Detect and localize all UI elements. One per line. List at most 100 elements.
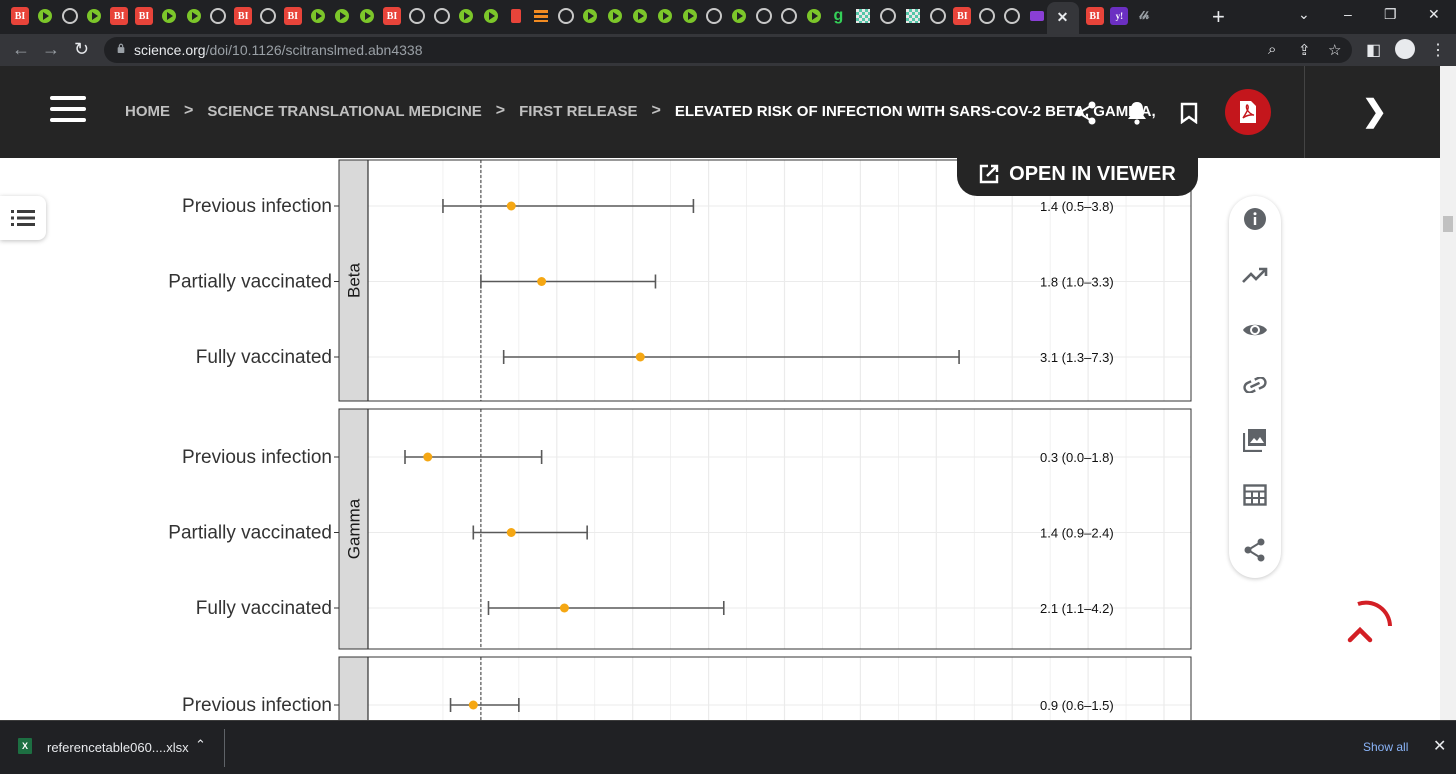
table-of-contents-button[interactable] xyxy=(0,196,46,240)
close-window-icon[interactable]: ✕ xyxy=(1428,6,1440,23)
info-icon[interactable] xyxy=(1242,206,1268,232)
tab-play-favicon[interactable] xyxy=(358,7,376,25)
tab-play-favicon[interactable] xyxy=(805,7,823,25)
sidebar-icon[interactable]: ◧ xyxy=(1366,40,1381,60)
url-text: science.org/doi/10.1126/scitranslmed.abn… xyxy=(134,42,422,58)
tab-purple2-favicon[interactable] xyxy=(1028,7,1046,25)
tab-strip: BI BI BI BI BI BI g BI ✕ BI y! 𝓁𝒽 + ⌄ – ❐ ✕ xyxy=(0,0,1456,34)
chevron-up-icon[interactable]: ⌃ xyxy=(195,737,206,753)
new-tab-icon[interactable]: + xyxy=(1212,4,1225,30)
hamburger-menu-icon[interactable] xyxy=(50,96,86,124)
profile-avatar[interactable] xyxy=(1395,39,1415,59)
tab-globe-favicon[interactable] xyxy=(209,7,227,25)
tab-play-favicon[interactable] xyxy=(457,7,475,25)
tab-play-favicon[interactable] xyxy=(185,7,203,25)
open-in-viewer-button[interactable]: OPEN IN VIEWER xyxy=(957,158,1198,196)
tab-play-favicon[interactable] xyxy=(160,7,178,25)
pdf-button[interactable] xyxy=(1225,89,1271,135)
tab-orange-favicon[interactable] xyxy=(532,7,550,25)
menu-dots-icon[interactable]: ⋮ xyxy=(1430,40,1446,60)
tab-globe-favicon[interactable] xyxy=(705,7,723,25)
back-to-top-icon[interactable] xyxy=(1340,598,1396,654)
image-icon[interactable] xyxy=(1242,427,1268,453)
zoom-icon[interactable]: ⌕ xyxy=(1268,41,1276,58)
tab-play-favicon[interactable] xyxy=(482,7,500,25)
tab-globe-favicon[interactable] xyxy=(879,7,897,25)
link-icon[interactable] xyxy=(1242,372,1268,398)
tab-mosaic-favicon[interactable] xyxy=(904,7,922,25)
tab-active[interactable]: ✕ xyxy=(1046,2,1079,34)
tab-bi-favicon[interactable]: BI xyxy=(1085,7,1104,25)
restore-icon[interactable]: ❐ xyxy=(1384,6,1397,23)
tab-yahoo-favicon[interactable]: y! xyxy=(1110,7,1129,25)
point-estimate xyxy=(635,352,645,362)
tab-bi-favicon[interactable]: BI xyxy=(234,7,253,25)
tab-play-favicon[interactable] xyxy=(730,7,748,25)
breadcrumb-home[interactable]: HOME xyxy=(125,103,170,120)
tab-globe-favicon[interactable] xyxy=(780,7,798,25)
tab-bi-favicon[interactable]: BI xyxy=(135,7,153,25)
url-path: /doi/10.1126/scitranslmed.abn4338 xyxy=(205,42,423,58)
tab-play-favicon[interactable] xyxy=(656,7,674,25)
tab-globe-favicon[interactable] xyxy=(755,7,773,25)
minimize-icon[interactable]: – xyxy=(1344,6,1352,22)
share-page-icon[interactable]: ⇪ xyxy=(1298,41,1311,59)
tab-play-favicon[interactable] xyxy=(309,7,327,25)
eye-icon[interactable] xyxy=(1242,317,1268,343)
open-in-viewer-label: OPEN IN VIEWER xyxy=(1009,162,1176,185)
breadcrumb-journal[interactable]: SCIENCE TRANSLATIONAL MEDICINE xyxy=(207,103,481,120)
tab-bi-favicon[interactable]: BI xyxy=(383,7,401,25)
tab-red-favicon[interactable] xyxy=(507,7,525,25)
tab-play-favicon[interactable] xyxy=(36,7,54,25)
bookmark-star-icon[interactable]: ☆ xyxy=(1328,41,1341,59)
tab-globe-favicon[interactable] xyxy=(557,7,575,25)
row-label: Partially vaccinated xyxy=(168,523,332,544)
tab-globe-favicon[interactable] xyxy=(929,7,947,25)
back-icon[interactable]: ← xyxy=(12,39,30,60)
address-bar[interactable]: science.org/doi/10.1126/scitranslmed.abn… xyxy=(104,37,1352,63)
forward-icon[interactable]: → xyxy=(42,39,60,60)
reload-icon[interactable]: ↻ xyxy=(74,39,89,60)
share-icon[interactable] xyxy=(1075,101,1097,125)
tab-globe-favicon[interactable] xyxy=(433,7,451,25)
breadcrumb-section[interactable]: FIRST RELEASE xyxy=(519,103,637,120)
tab-globe-favicon[interactable] xyxy=(408,7,426,25)
tab-bi-favicon[interactable]: BI xyxy=(11,7,29,25)
estimate-text: 0.9 (0.6–1.5) xyxy=(1040,698,1114,713)
tab-globe-favicon[interactable] xyxy=(259,7,277,25)
tab-bi-favicon[interactable]: BI xyxy=(110,7,129,25)
scrollbar-thumb[interactable] xyxy=(1443,216,1453,232)
tab-play-favicon[interactable] xyxy=(333,7,351,25)
tab-g-favicon[interactable]: g xyxy=(829,7,847,25)
close-tab-icon[interactable]: ✕ xyxy=(1057,10,1069,27)
lock-icon xyxy=(117,43,125,53)
row-label: Previous infection xyxy=(182,196,332,217)
tab-play-favicon[interactable] xyxy=(631,7,649,25)
tab-globe-favicon[interactable] xyxy=(1003,7,1021,25)
tab-search-icon[interactable]: ⌄ xyxy=(1298,6,1310,23)
table-icon[interactable] xyxy=(1242,482,1268,508)
tab-globe-favicon[interactable] xyxy=(61,7,79,25)
tab-bi-favicon[interactable]: BI xyxy=(953,7,972,25)
estimate-text: 1.4 (0.9–2.4) xyxy=(1040,526,1114,541)
tab-play-favicon[interactable] xyxy=(606,7,624,25)
trending-icon[interactable] xyxy=(1242,262,1268,288)
share-icon[interactable] xyxy=(1242,537,1268,563)
show-all-downloads-link[interactable]: Show all xyxy=(1363,740,1408,754)
tab-globe-favicon[interactable] xyxy=(978,7,996,25)
pdf-icon xyxy=(1240,101,1256,123)
row-label: Previous infection xyxy=(182,447,332,468)
tab-play-favicon[interactable] xyxy=(581,7,599,25)
tab-bi-favicon[interactable]: BI xyxy=(283,7,302,25)
close-downloads-icon[interactable]: ✕ xyxy=(1433,736,1446,756)
next-article-arrow-icon[interactable]: ❯ xyxy=(1362,94,1387,129)
bell-icon[interactable] xyxy=(1126,100,1148,126)
download-file-name[interactable]: referencetable060....xlsx xyxy=(47,740,189,755)
bookmark-icon[interactable] xyxy=(1180,102,1198,124)
tab-script-favicon[interactable]: 𝓁𝒽 xyxy=(1135,7,1153,25)
tab-play-favicon[interactable] xyxy=(681,7,699,25)
tab-play-favicon[interactable] xyxy=(85,7,103,25)
tab-mosaic-favicon[interactable] xyxy=(854,7,872,25)
page-scrollbar[interactable] xyxy=(1440,66,1456,720)
estimate-text: 1.8 (1.0–3.3) xyxy=(1040,275,1114,290)
